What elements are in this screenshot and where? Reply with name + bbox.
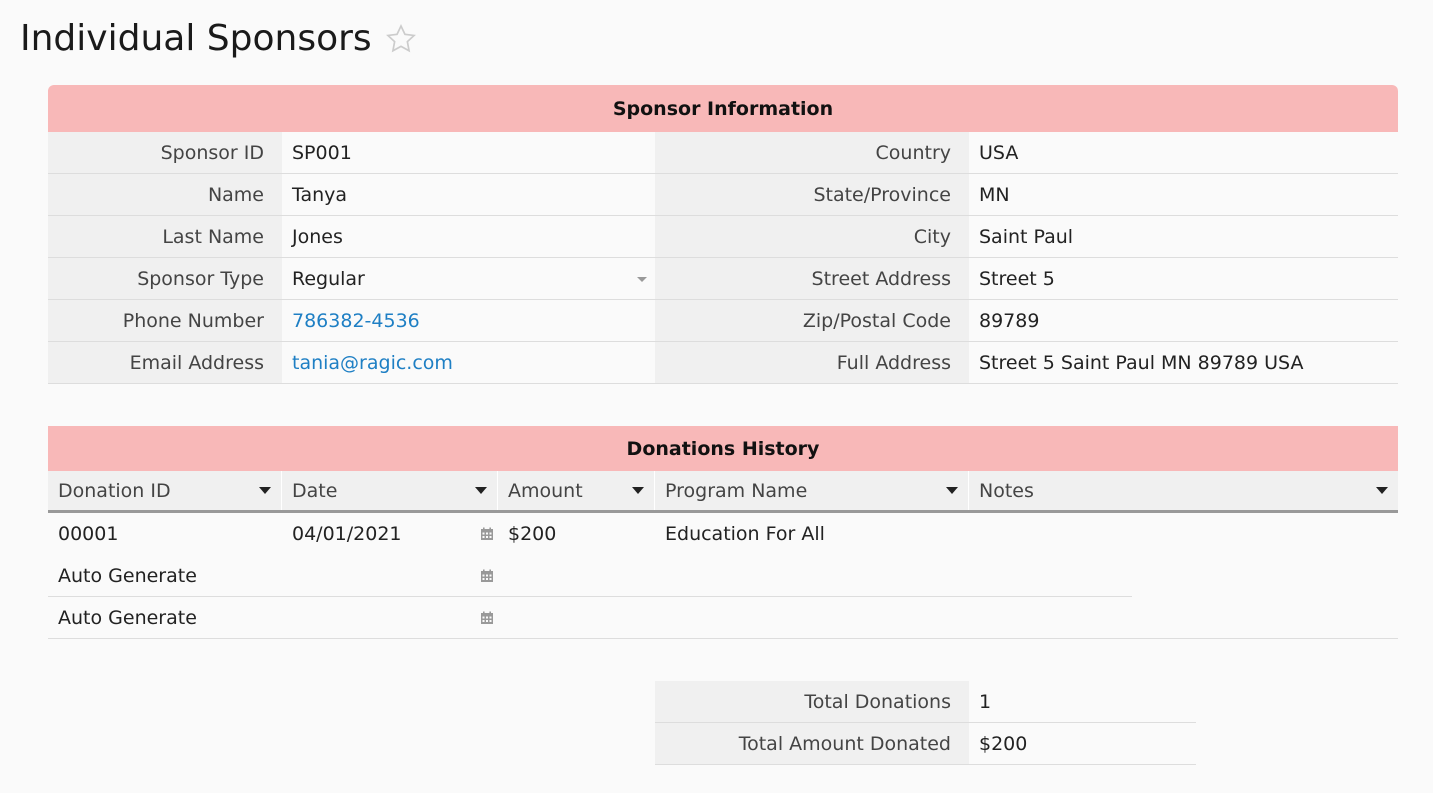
amount-cell[interactable] (498, 555, 655, 597)
sponsor-info-grid: Sponsor ID SP001 Country USA Name Tanya … (48, 132, 1398, 384)
amount-cell[interactable]: $200 (498, 513, 655, 555)
full-address-value: Street 5 Saint Paul MN 89789 USA (969, 342, 1398, 383)
column-menu-arrow-icon[interactable] (1376, 487, 1388, 494)
totals-summary: Total Donations 1 Total Amount Donated $… (655, 681, 1196, 765)
date-value: 04/01/2021 (292, 523, 402, 545)
column-header-amount[interactable]: Amount (498, 471, 655, 510)
info-row: Sponsor ID SP001 Country USA (48, 132, 1398, 174)
zip-postal-code-value[interactable]: 89789 (969, 300, 1398, 341)
donations-history-section: Donations History Donation ID Date Amoun… (48, 426, 1398, 639)
country-label: Country (655, 132, 969, 173)
date-cell[interactable] (282, 555, 498, 597)
table-row: Auto Generate (48, 597, 1398, 639)
full-address-label: Full Address (655, 342, 969, 383)
total-amount-donated-row: Total Amount Donated $200 (655, 723, 1196, 765)
table-row: Auto Generate (48, 555, 1398, 597)
info-row: Email Address tania@ragic.com Full Addre… (48, 342, 1398, 384)
notes-cell[interactable] (969, 513, 1398, 555)
page-title: Individual Sponsors (20, 18, 418, 59)
column-menu-arrow-icon[interactable] (475, 487, 487, 494)
info-row: Sponsor Type Regular Street Address Stre… (48, 258, 1398, 300)
info-row: Last Name Jones City Saint Paul (48, 216, 1398, 258)
total-amount-donated-value: $200 (979, 732, 1028, 755)
table-row: 00001 04/01/2021 $200 Education For All (48, 513, 1398, 555)
state-province-label: State/Province (655, 174, 969, 215)
total-donations-row: Total Donations 1 (655, 681, 1196, 723)
last-name-value[interactable]: Jones (282, 216, 655, 257)
date-cell[interactable] (282, 597, 498, 638)
sponsor-type-select[interactable]: Regular (282, 258, 655, 299)
donation-id-cell[interactable]: Auto Generate (48, 597, 282, 638)
phone-number-cell[interactable]: 786382-4536 (282, 300, 655, 341)
column-header-label: Program Name (665, 479, 808, 502)
city-value[interactable]: Saint Paul (969, 216, 1398, 257)
program-name-cell[interactable] (655, 597, 969, 638)
page-title-text: Individual Sponsors (20, 18, 372, 59)
calendar-icon[interactable] (480, 527, 494, 541)
country-value[interactable]: USA (969, 132, 1398, 173)
total-donations-value: 1 (979, 690, 992, 713)
name-label: Name (48, 174, 282, 215)
column-header-label: Date (292, 479, 338, 502)
email-address-label: Email Address (48, 342, 282, 383)
column-header-donation-id[interactable]: Donation ID (48, 471, 282, 510)
state-province-value[interactable]: MN (969, 174, 1398, 215)
total-amount-donated-label: Total Amount Donated (655, 723, 969, 764)
calendar-icon[interactable] (480, 569, 494, 583)
amount-cell[interactable] (498, 597, 655, 638)
sponsor-type-value: Regular (292, 267, 365, 290)
zip-postal-code-label: Zip/Postal Code (655, 300, 969, 341)
email-address-cell[interactable]: tania@ragic.com (282, 342, 655, 383)
column-header-label: Amount (508, 479, 583, 502)
sponsor-id-value[interactable]: SP001 (282, 132, 655, 173)
phone-number-label: Phone Number (48, 300, 282, 341)
column-header-notes[interactable]: Notes (969, 471, 1398, 510)
street-address-value[interactable]: Street 5 (969, 258, 1398, 299)
column-menu-arrow-icon[interactable] (946, 487, 958, 494)
sponsor-id-label: Sponsor ID (48, 132, 282, 173)
info-row: Phone Number 786382-4536 Zip/Postal Code… (48, 300, 1398, 342)
sponsor-information-section: Sponsor Information Sponsor ID SP001 Cou… (48, 85, 1398, 384)
donation-id-cell[interactable]: 00001 (48, 513, 282, 555)
date-cell[interactable]: 04/01/2021 (282, 513, 498, 555)
column-header-label: Notes (979, 479, 1034, 502)
donations-table-header: Donation ID Date Amount Program Name Not… (48, 471, 1398, 513)
column-header-date[interactable]: Date (282, 471, 498, 510)
info-row: Name Tanya State/Province MN (48, 174, 1398, 216)
program-name-cell[interactable] (655, 555, 969, 597)
calendar-icon[interactable] (480, 611, 494, 625)
column-header-label: Donation ID (58, 479, 171, 502)
program-name-cell[interactable]: Education For All (655, 513, 969, 555)
column-menu-arrow-icon[interactable] (259, 487, 271, 494)
dropdown-arrow-icon[interactable] (637, 276, 647, 282)
sponsor-type-label: Sponsor Type (48, 258, 282, 299)
notes-cell[interactable] (969, 597, 1398, 638)
phone-number-link[interactable]: 786382-4536 (292, 310, 420, 332)
notes-cell[interactable] (969, 555, 1398, 597)
column-header-program-name[interactable]: Program Name (655, 471, 969, 510)
column-menu-arrow-icon[interactable] (632, 487, 644, 494)
total-donations-label: Total Donations (655, 681, 969, 722)
name-value[interactable]: Tanya (282, 174, 655, 215)
city-label: City (655, 216, 969, 257)
email-address-link[interactable]: tania@ragic.com (292, 352, 453, 374)
favorite-star-icon[interactable] (384, 22, 418, 56)
sponsor-information-header: Sponsor Information (48, 85, 1398, 132)
street-address-label: Street Address (655, 258, 969, 299)
donation-id-cell[interactable]: Auto Generate (48, 555, 282, 597)
last-name-label: Last Name (48, 216, 282, 257)
donations-history-header: Donations History (48, 426, 1398, 471)
